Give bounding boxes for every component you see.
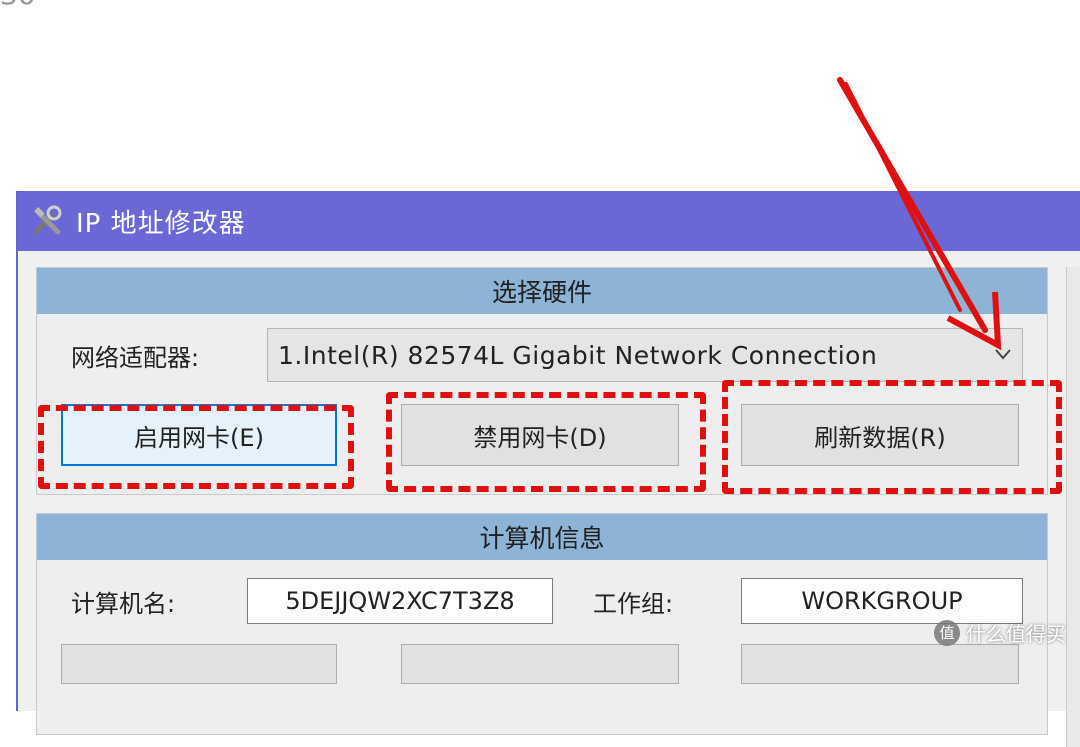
title-bar[interactable]: IP 地址修改器 (18, 191, 1080, 251)
watermark: 值 什么值得买 (934, 618, 1066, 647)
computer-info-button-2[interactable] (401, 644, 679, 684)
computer-name-field[interactable]: 5DEJJQW2XC7T3Z8 (247, 578, 553, 624)
right-panel-edge (1066, 267, 1080, 747)
watermark-badge-icon: 值 (934, 619, 960, 646)
tools-icon (33, 205, 62, 235)
hardware-group-header: 选择硬件 (37, 268, 1047, 314)
annotation-box-disable (386, 392, 706, 492)
window-title: IP 地址修改器 (76, 208, 246, 239)
computer-info-group: 计算机信息 计算机名: 5DEJJQW2XC7T3Z8 工作组: WORKGRO… (36, 513, 1048, 735)
adapter-select-value: 1.Intel(R) 82574L Gigabit Network Connec… (278, 340, 878, 370)
annotation-box-enable (38, 405, 354, 489)
computer-info-button-3[interactable] (741, 644, 1019, 684)
adapter-select[interactable]: 1.Intel(R) 82574L Gigabit Network Connec… (267, 328, 1023, 382)
chevron-down-icon[interactable] (994, 347, 1012, 361)
computer-info-group-header: 计算机信息 (37, 514, 1047, 560)
workgroup-label: 工作组: (593, 590, 674, 618)
annotation-box-refresh (722, 380, 1062, 494)
computer-info-group-body: 计算机名: 5DEJJQW2XC7T3Z8 工作组: WORKGROUP (37, 560, 1047, 734)
computer-name-label: 计算机名: (71, 590, 176, 618)
adapter-label: 网络适配器: (71, 344, 200, 372)
computer-info-button-1[interactable] (61, 644, 337, 684)
watermark-text: 什么值得买 (966, 622, 1066, 646)
cropped-top-text: 30 (0, 0, 36, 11)
